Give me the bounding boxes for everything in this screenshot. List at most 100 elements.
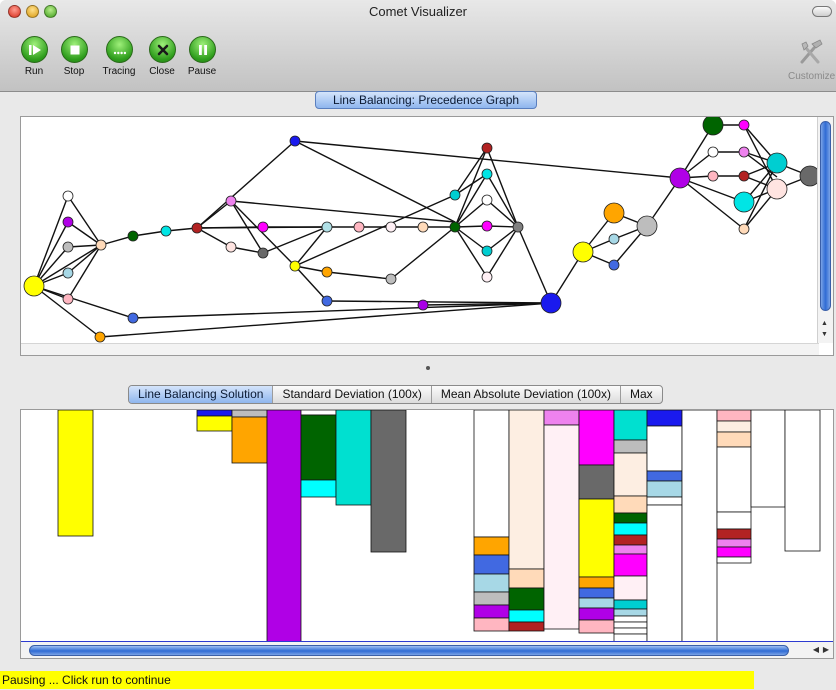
graph-horizontal-scrollbar[interactable] — [21, 343, 819, 355]
task-block — [473, 573, 510, 593]
task-block — [578, 464, 615, 500]
title-bar: Comet Visualizer Run Stop Tracing Close — [0, 0, 836, 92]
pause-button[interactable]: Pause — [184, 36, 220, 82]
task-block — [543, 410, 580, 426]
graph-node — [62, 241, 74, 253]
stop-icon — [60, 36, 88, 63]
graph-node — [95, 239, 107, 251]
task-block — [750, 410, 786, 508]
tracing-button[interactable]: Tracing — [101, 36, 137, 82]
ellipsis-icon — [105, 36, 133, 63]
tab-standard-deviation[interactable]: Standard Deviation (100x) — [273, 386, 432, 403]
task-block — [613, 621, 648, 629]
station-bars — [57, 410, 821, 642]
task-block — [370, 410, 407, 553]
graph-node — [225, 241, 237, 253]
graph-node — [540, 292, 562, 314]
graph-vertical-scroll-thumb[interactable] — [820, 121, 831, 311]
graph-node — [707, 170, 719, 182]
task-block — [508, 609, 545, 623]
task-block — [613, 452, 648, 497]
graph-node — [449, 221, 461, 233]
line-balancing-solution-panel[interactable]: ◀ ▶ — [20, 409, 834, 659]
task-block — [646, 470, 683, 482]
graph-node — [321, 221, 333, 233]
graph-node — [417, 221, 429, 233]
task-block — [543, 424, 580, 630]
graph-node — [160, 225, 172, 237]
split-view-handle[interactable] — [426, 366, 430, 370]
graph-node — [385, 273, 397, 285]
task-block — [473, 617, 510, 632]
graph-node — [481, 142, 493, 154]
toolbar-toggle-button[interactable] — [812, 6, 832, 17]
customize-button[interactable]: Customize — [788, 38, 835, 82]
graph-node — [766, 152, 788, 174]
scroll-up-arrow-icon[interactable]: ▲ — [821, 320, 828, 328]
task-block — [646, 496, 683, 506]
tab-mean-absolute-deviation[interactable]: Mean Absolute Deviation (100x) — [432, 386, 621, 403]
graph-node — [62, 267, 74, 279]
run-label: Run — [24, 66, 44, 77]
tab-precedence-graph[interactable]: Line Balancing: Precedence Graph — [315, 91, 537, 109]
graph-node — [738, 170, 750, 182]
task-block — [508, 587, 545, 611]
task-block — [716, 420, 752, 433]
scroll-left-arrow-icon[interactable]: ◀ — [813, 645, 819, 654]
task-block — [300, 410, 337, 416]
scroll-right-arrow-icon[interactable]: ▶ — [823, 645, 829, 654]
task-block — [473, 604, 510, 619]
tools-icon — [788, 38, 834, 68]
task-block — [508, 410, 545, 570]
task-block — [716, 446, 752, 513]
graph-node — [257, 247, 269, 259]
close-button[interactable]: Close — [144, 36, 180, 82]
app-window: Comet Visualizer Run Stop Tracing Close — [0, 0, 836, 690]
graph-node — [669, 167, 691, 189]
task-block — [784, 410, 821, 552]
graph-node — [23, 275, 45, 297]
task-block — [716, 556, 752, 564]
stop-button[interactable]: Stop — [56, 36, 92, 82]
task-block — [300, 414, 337, 481]
solution-horizontal-scroll-thumb[interactable] — [29, 645, 789, 656]
tab-max[interactable]: Max — [621, 386, 662, 403]
task-block — [57, 410, 94, 537]
task-block — [613, 439, 648, 454]
task-block — [578, 587, 615, 599]
graph-node — [321, 295, 333, 307]
graph-node — [702, 117, 724, 136]
graph-node — [289, 260, 301, 272]
task-block — [646, 425, 683, 472]
status-bar: Pausing ... Click run to continue — [0, 671, 754, 689]
task-block — [681, 410, 718, 642]
task-block — [646, 504, 683, 642]
graph-node — [481, 271, 493, 283]
task-block — [473, 410, 510, 538]
graph-node — [62, 190, 74, 202]
task-block — [613, 544, 648, 555]
pause-label: Pause — [187, 66, 217, 77]
task-block — [578, 607, 615, 621]
task-block — [473, 536, 510, 556]
graph-node — [608, 233, 620, 245]
solution-horizontal-scrollbar[interactable]: ◀ ▶ — [21, 641, 833, 658]
graph-node — [127, 230, 139, 242]
task-block — [231, 410, 268, 418]
task-block — [231, 416, 268, 464]
precedence-graph-panel[interactable]: ▲ ▼ — [20, 116, 834, 356]
graph-node — [449, 189, 461, 201]
graph-node — [608, 259, 620, 271]
graph-node — [707, 146, 719, 158]
scroll-down-arrow-icon[interactable]: ▼ — [821, 331, 828, 339]
task-block — [473, 591, 510, 606]
graph-node — [225, 195, 237, 207]
graph-node — [733, 191, 755, 213]
graph-node — [62, 216, 74, 228]
graph-node — [257, 221, 269, 233]
graph-vertical-scrollbar[interactable]: ▲ ▼ — [817, 117, 833, 343]
run-button[interactable]: Run — [16, 36, 52, 82]
task-block — [508, 568, 545, 589]
tab-line-balancing-solution[interactable]: Line Balancing Solution — [129, 386, 274, 403]
task-block — [613, 599, 648, 610]
